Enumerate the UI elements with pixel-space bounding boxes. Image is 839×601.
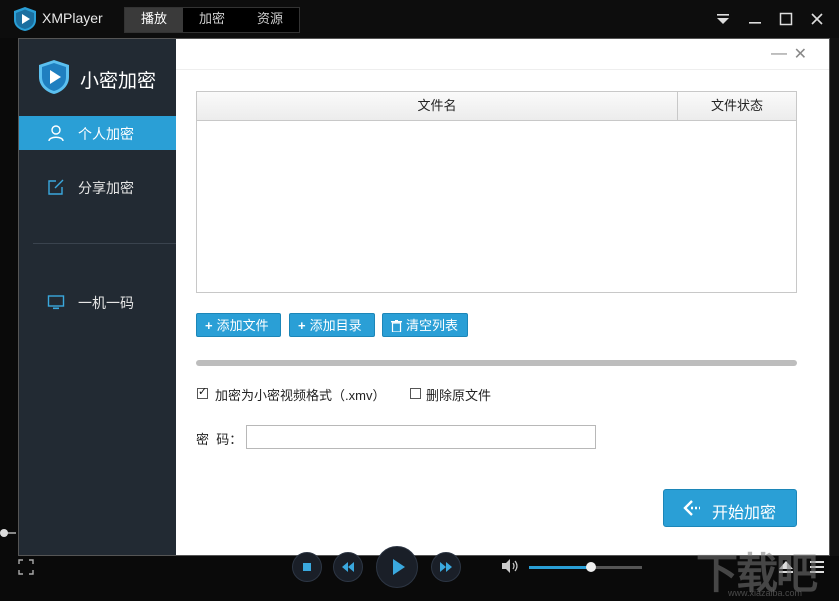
password-input[interactable] <box>246 425 596 449</box>
watermark-url: www.xiazaiba.com <box>728 588 803 598</box>
xmv-format-checkbox[interactable] <box>197 385 208 399</box>
encrypt-dialog: 小密加密 个人加密 分享加密 一机一码 — ✕ 文件名 文件状态 + 添加文件 … <box>18 38 830 556</box>
shield-play-logo-icon <box>39 60 69 94</box>
dialog-header-divider <box>176 69 829 70</box>
top-nav: 播放 加密 资源 <box>124 7 300 33</box>
delete-original-label: 删除原文件 <box>426 388 492 403</box>
play-button[interactable] <box>376 546 418 588</box>
sidebar-item-label: 一机一码 <box>78 295 134 311</box>
sidebar-item-one-machine-one-code[interactable]: 一机一码 <box>19 285 176 319</box>
clear-list-button[interactable]: 清空列表 <box>382 313 468 337</box>
dialog-minimize-icon[interactable]: — <box>771 45 787 63</box>
tab-resources[interactable]: 资源 <box>241 8 299 32</box>
minimize-icon[interactable] <box>746 10 764 28</box>
user-icon <box>48 125 64 142</box>
tab-encrypt[interactable]: 加密 <box>183 8 241 32</box>
rewind-button[interactable] <box>333 552 363 582</box>
player-frame-strip <box>829 38 839 558</box>
seek-handle[interactable] <box>0 529 8 537</box>
rewind-icon <box>342 562 354 572</box>
fullscreen-icon[interactable] <box>18 559 34 575</box>
xmv-format-label: 加密为小密视频格式（.xmv） <box>215 388 386 403</box>
fast-forward-button[interactable] <box>431 552 461 582</box>
column-header-filename[interactable]: 文件名 <box>197 92 678 120</box>
tab-play[interactable]: 播放 <box>125 8 183 32</box>
sidebar-divider <box>33 243 176 244</box>
password-label: 密 码： <box>196 432 243 447</box>
trash-icon <box>391 320 402 333</box>
volume-slider[interactable] <box>529 562 642 572</box>
sidebar-item-share-encrypt[interactable]: 分享加密 <box>19 170 176 204</box>
player-titlebar: XMPlayer 播放 加密 资源 <box>0 0 839 38</box>
stop-button[interactable] <box>292 552 322 582</box>
sidebar-item-label: 分享加密 <box>78 180 134 196</box>
play-icon <box>393 559 405 575</box>
delete-original-checkbox[interactable] <box>410 388 421 399</box>
xmplayer-logo-icon <box>14 7 36 31</box>
add-directory-button[interactable]: + 添加目录 <box>289 313 375 337</box>
start-encrypt-label: 开始加密 <box>712 505 777 522</box>
arrow-left-icon <box>683 500 700 516</box>
volume-icon[interactable] <box>500 558 520 574</box>
fast-forward-icon <box>440 562 452 572</box>
app-title: XMPlayer <box>42 10 103 26</box>
close-icon[interactable] <box>808 10 826 28</box>
add-directory-label: 添加目录 <box>309 318 362 333</box>
sidebar-title: 小密加密 <box>80 71 157 92</box>
plus-icon: + <box>298 318 306 333</box>
table-header: 文件名 文件状态 <box>197 92 796 121</box>
stop-icon <box>303 563 311 571</box>
column-header-status[interactable]: 文件状态 <box>678 92 796 120</box>
add-file-label: 添加文件 <box>216 318 269 333</box>
monitor-icon <box>47 295 65 310</box>
maximize-icon[interactable] <box>777 10 795 28</box>
file-table[interactable]: 文件名 文件状态 <box>196 91 797 293</box>
start-encrypt-button[interactable]: 开始加密 <box>663 489 797 527</box>
volume-fill <box>529 566 592 569</box>
share-edit-icon <box>48 179 64 195</box>
encrypt-progress-bar <box>196 360 797 366</box>
sidebar-item-personal-encrypt[interactable]: 个人加密 <box>19 116 176 150</box>
clear-list-label: 清空列表 <box>406 318 459 333</box>
encrypt-sidebar: 小密加密 个人加密 分享加密 一机一码 <box>19 39 176 555</box>
add-file-button[interactable]: + 添加文件 <box>196 313 281 337</box>
dialog-close-icon[interactable]: ✕ <box>794 44 807 64</box>
plus-icon: + <box>205 318 213 333</box>
sidebar-item-label: 个人加密 <box>78 126 134 142</box>
menu-dropdown-icon[interactable] <box>714 10 732 28</box>
